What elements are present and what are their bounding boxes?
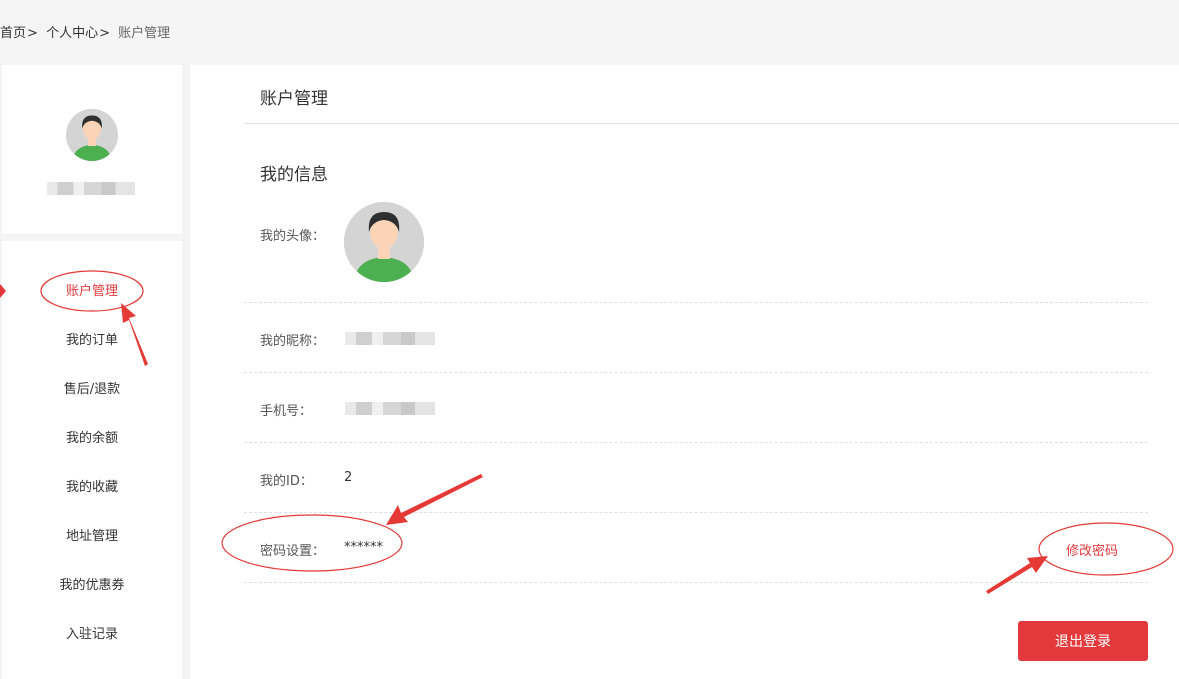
page-title: 账户管理: [260, 89, 328, 109]
logout-button[interactable]: 退出登录: [1018, 621, 1148, 661]
nickname-redacted: [47, 182, 135, 195]
nickname-redacted: [345, 332, 435, 345]
breadcrumb-center[interactable]: 个人中心: [46, 26, 98, 41]
user-card: [2, 65, 182, 234]
sidebar-item-settle[interactable]: 入驻记录: [2, 620, 182, 650]
sidebar-item-address[interactable]: 地址管理: [2, 522, 182, 552]
user-avatar-icon[interactable]: [66, 109, 118, 161]
breadcrumb: 首页> 个人中心> 账户管理: [0, 4, 1179, 64]
sidebar-item-favorites[interactable]: 我的收藏: [2, 473, 182, 503]
breadcrumb-home[interactable]: 首页: [0, 26, 26, 41]
change-password-link[interactable]: 修改密码: [1066, 540, 1118, 559]
account-panel: 账户管理 我的信息 我的头像： 我的昵称： 手机号： 我的ID： 2 密码设置：: [190, 65, 1179, 679]
phone-redacted: [345, 402, 435, 415]
info-row-nickname: 我的昵称：: [244, 303, 1148, 373]
sidebar-item-refund[interactable]: 售后/退款: [2, 375, 182, 405]
breadcrumb-current: 账户管理: [118, 26, 171, 41]
info-row-phone: 手机号：: [244, 373, 1148, 443]
divider: [244, 123, 1179, 124]
user-avatar-icon[interactable]: [344, 202, 424, 282]
nickname-label: 我的昵称：: [260, 334, 326, 349]
sidebar-item-coupons[interactable]: 我的优惠券: [2, 571, 182, 601]
breadcrumb-separator: >: [99, 26, 110, 41]
id-value: 2: [344, 470, 353, 485]
sidebar-item-balance[interactable]: 我的余额: [2, 424, 182, 454]
breadcrumb-separator: >: [27, 26, 38, 41]
avatar-label: 我的头像：: [260, 229, 326, 244]
info-row-id: 我的ID： 2: [244, 443, 1148, 513]
sidebar-item-account[interactable]: 账户管理: [2, 277, 182, 307]
phone-label: 手机号：: [260, 404, 313, 419]
sidebar-item-orders[interactable]: 我的订单: [2, 326, 182, 356]
section-title: 我的信息: [260, 165, 328, 185]
sidebar-menu: 账户管理 我的订单 售后/退款 我的余额 我的收藏 地址管理 我的优惠券 入驻记…: [0, 241, 182, 679]
info-row-avatar: 我的头像：: [244, 202, 1148, 303]
password-label: 密码设置：: [260, 544, 326, 559]
password-value: ******: [344, 540, 383, 555]
id-label: 我的ID：: [260, 474, 313, 489]
info-row-password: 密码设置： ****** 修改密码: [244, 513, 1148, 583]
